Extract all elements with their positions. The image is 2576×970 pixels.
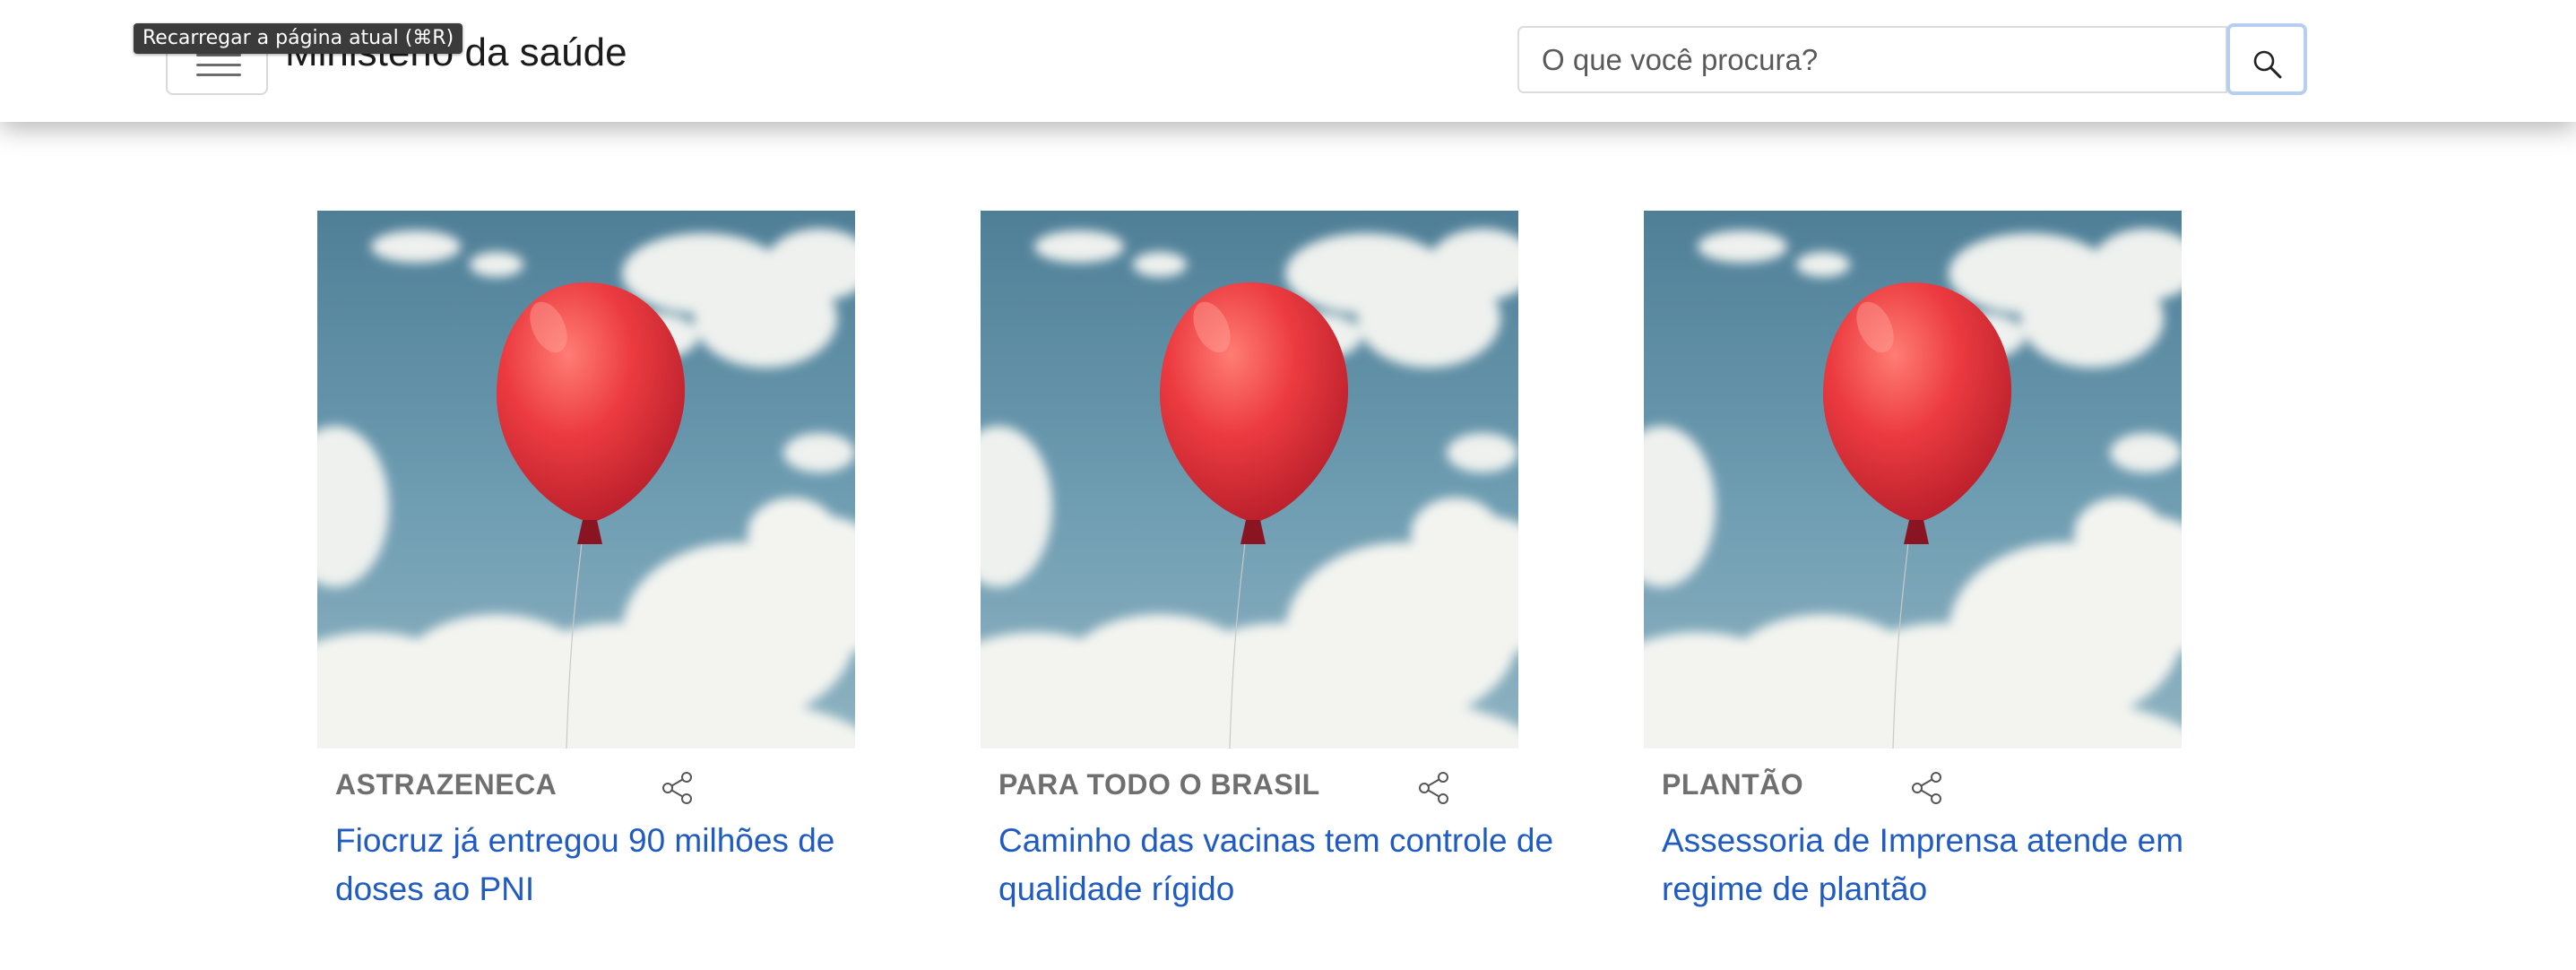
search-icon	[2253, 50, 2282, 79]
share-icon[interactable]	[1416, 770, 1452, 806]
news-category[interactable]: PLANTÃO	[1662, 768, 1803, 801]
news-title-line: qualidade rígido	[998, 870, 1235, 907]
search-button[interactable]	[2226, 23, 2307, 95]
news-title-link[interactable]: Fiocruz já entregou 90 milhões de doses …	[335, 817, 963, 914]
red-balloon-image	[981, 211, 1518, 749]
news-title-line: doses ao PNI	[335, 870, 535, 907]
news-image[interactable]	[981, 211, 1518, 749]
news-title-link[interactable]: Assessoria de Imprensa atende em regime …	[1662, 817, 2289, 914]
red-balloon-image	[317, 211, 855, 749]
hamburger-menu-icon-bar	[196, 64, 241, 66]
share-icon[interactable]	[1909, 770, 1945, 806]
news-category[interactable]: ASTRAZENECA	[335, 768, 557, 801]
hamburger-menu-icon	[196, 54, 241, 56]
news-title-line: Caminho das vacinas tem controle de	[998, 822, 1554, 859]
news-title-line: regime de plantão	[1662, 870, 1928, 907]
reload-tooltip: Recarregar a página atual (⌘R)	[134, 23, 463, 54]
news-image[interactable]	[317, 211, 855, 749]
hamburger-menu-icon-bar	[196, 74, 241, 76]
site-header: Ministério da saúde	[0, 0, 2576, 122]
search-input[interactable]	[1517, 26, 2227, 93]
news-image[interactable]	[1644, 211, 2182, 749]
red-balloon-image	[1644, 211, 2182, 749]
share-icon[interactable]	[660, 770, 696, 806]
news-category[interactable]: PARA TODO O BRASIL	[998, 768, 1320, 801]
news-title-line: Fiocruz já entregou 90 milhões de	[335, 822, 835, 859]
news-title-link[interactable]: Caminho das vacinas tem controle de qual…	[998, 817, 1626, 914]
news-title-line: Assessoria de Imprensa atende em	[1662, 822, 2184, 859]
